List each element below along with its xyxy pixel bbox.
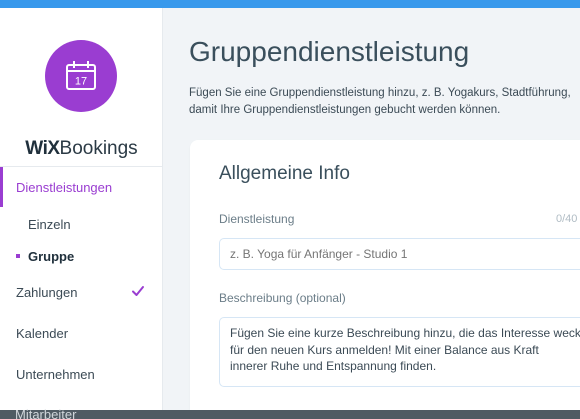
page-description: Fügen Sie eine Gruppendienstleistung hin… (189, 85, 580, 119)
service-name-input[interactable] (219, 238, 580, 270)
card-title: Allgemeine Info (219, 163, 350, 184)
sidebar-item-dienstleistungen[interactable]: Dienstleistungen (0, 167, 163, 207)
description-line: für den neuen Kurs anmelden! Mit einer B… (230, 342, 539, 357)
service-label: Dienstleistung (219, 212, 295, 226)
top-bar (0, 0, 580, 8)
description-line: Fügen Sie eine kurze Beschreibung hinzu,… (230, 326, 580, 340)
sidebar-subitem-einzeln[interactable]: Einzeln (28, 217, 71, 232)
check-icon (132, 286, 144, 296)
page-title: Gruppendienstleistung (189, 36, 470, 67)
logo-badge: 17 (45, 40, 117, 112)
brand-wix: WiX (25, 138, 60, 159)
brand-logo: WiXBookings (0, 138, 162, 160)
sidebar-item-kalender[interactable]: Kalender (16, 326, 68, 341)
active-bullet (16, 254, 20, 258)
character-counter: 0/40 (556, 213, 578, 225)
sidebar-subitem-gruppe[interactable]: Gruppe (28, 249, 74, 264)
sidebar-item-zahlungen[interactable]: Zahlungen (16, 285, 77, 300)
calendar-icon: 17 (66, 61, 96, 90)
sidebar-item-unternehmen[interactable]: Unternehmen (16, 367, 95, 382)
description-line: innerer Ruhe und Entspannung finden. (230, 359, 437, 373)
calendar-day: 17 (75, 76, 87, 88)
sidebar-item-mitarbeiter[interactable]: Mitarbeiter (15, 407, 76, 419)
page-description-line: damit Ihre Gruppendienstleistungen gebuc… (189, 104, 501, 116)
sidebar-item-label: Dienstleistungen (16, 179, 113, 195)
bottom-strip: Mitarbeiter (0, 407, 580, 419)
description-textarea[interactable]: Fügen Sie eine kurze Beschreibung hinzu,… (219, 317, 580, 387)
page-description-line: Fügen Sie eine Gruppendienstleistung hin… (189, 87, 571, 99)
sidebar: 17 WiXBookings (0, 8, 163, 410)
description-label: Beschreibung (optional) (219, 291, 346, 305)
brand-product: Bookings (59, 138, 138, 159)
